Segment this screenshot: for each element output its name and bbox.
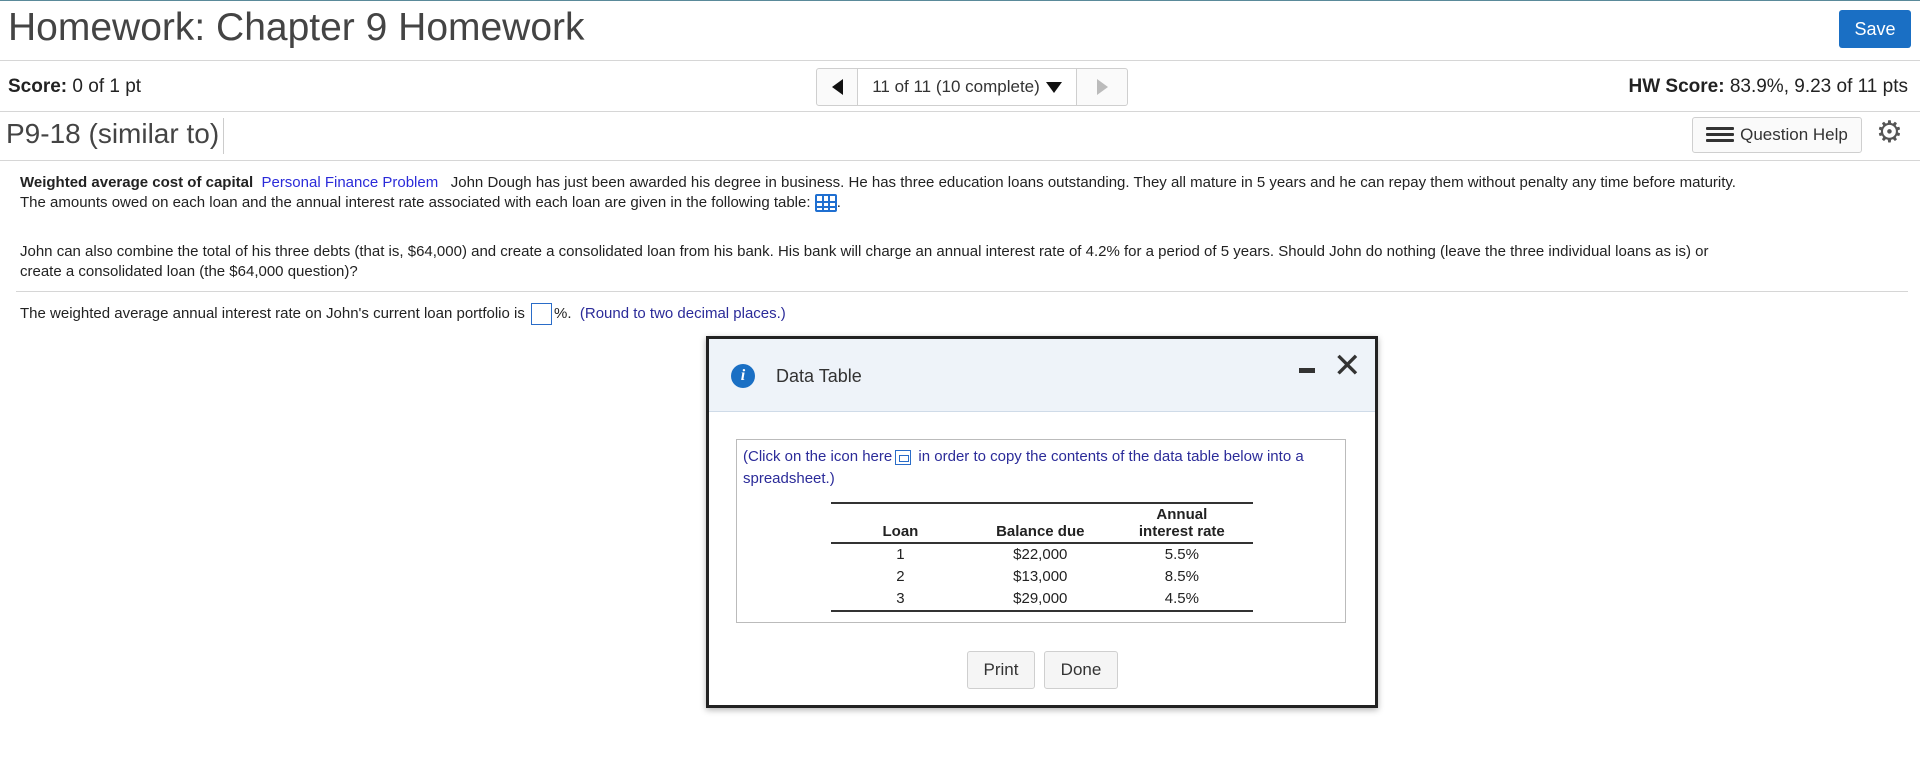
- dialog-header: i Data Table ✕: [709, 339, 1375, 412]
- problem-text-4: create a consolidated loan (the $64,000 …: [20, 263, 358, 280]
- question-text: The weighted average annual interest rat…: [20, 304, 525, 322]
- question-position: 11 of 11 (10 complete): [872, 77, 1040, 96]
- column-header-balance: Balance due: [996, 523, 1085, 540]
- data-table-container: (Click on the icon here in order to copy…: [736, 439, 1346, 623]
- gear-icon[interactable]: ⚙: [1876, 118, 1903, 148]
- minimize-icon[interactable]: [1299, 368, 1315, 373]
- problem-topic: Weighted average cost of capital: [20, 174, 254, 191]
- balance-cell: $29,000: [1013, 590, 1068, 607]
- question-help-label: Question Help: [1740, 125, 1848, 144]
- divider: [16, 291, 1908, 292]
- loan-cell: 3: [896, 590, 905, 607]
- column-header-rate-line2: interest rate: [1138, 523, 1225, 540]
- problem-category: Personal Finance Problem: [261, 174, 439, 191]
- balance-cell: $13,000: [1013, 568, 1068, 585]
- question-dropdown[interactable]: 11 of 11 (10 complete): [858, 69, 1077, 105]
- column-header-rate: Annual interest rate: [1111, 503, 1253, 543]
- rate-cell: 8.5%: [1164, 568, 1199, 585]
- print-button[interactable]: Print: [967, 651, 1035, 689]
- previous-question-button[interactable]: [817, 69, 858, 105]
- problem-text-1: John Dough has just been awarded his deg…: [450, 174, 1736, 191]
- question-navigator: 11 of 11 (10 complete): [816, 68, 1128, 106]
- page-title: Homework: Chapter 9 Homework: [8, 6, 585, 49]
- score-label: Score:: [8, 76, 68, 97]
- list-icon: [1706, 126, 1735, 144]
- column-header-rate-line1: Annual: [1156, 506, 1208, 523]
- divider: [0, 160, 1920, 161]
- table-row: 3 $29,000 4.5%: [831, 588, 1253, 611]
- divider: [0, 111, 1920, 112]
- rate-cell: 5.5%: [1164, 546, 1199, 563]
- rounding-hint: (Round to two decimal places.): [579, 304, 786, 322]
- question-id: P9-18 (similar to): [6, 118, 225, 154]
- loan-cell: 1: [896, 546, 905, 563]
- problem-text-3: John can also combine the total of his t…: [20, 243, 1709, 260]
- question-line: The weighted average annual interest rat…: [20, 303, 786, 325]
- next-question-button[interactable]: [1077, 69, 1127, 105]
- done-button[interactable]: Done: [1044, 651, 1118, 689]
- problem-paragraph-2: John can also combine the total of his t…: [20, 242, 1900, 282]
- rate-cell: 4.5%: [1164, 590, 1199, 607]
- loan-cell: 2: [896, 568, 905, 585]
- triangle-left-icon: [831, 79, 843, 95]
- copy-note-start: (Click on the icon here: [743, 448, 893, 465]
- dialog-title: Data Table: [776, 366, 862, 386]
- column-header-loan: Loan: [882, 523, 919, 540]
- problem-text-2: The amounts owed on each loan and the an…: [20, 194, 811, 211]
- data-table-dialog: i Data Table ✕ (Click on the icon here i…: [706, 336, 1378, 708]
- balance-cell: $22,000: [1013, 546, 1068, 563]
- close-icon[interactable]: ✕: [1333, 349, 1362, 383]
- save-button[interactable]: Save: [1839, 10, 1911, 48]
- loan-table: Loan Balance due Annual interest rate 1 $…: [831, 502, 1253, 612]
- copy-icon[interactable]: [895, 449, 912, 465]
- score: Score: 0 of 1 pt: [8, 76, 141, 98]
- copy-instructions: (Click on the icon here in order to copy…: [743, 446, 1333, 490]
- table-row: 1 $22,000 5.5%: [831, 543, 1253, 566]
- hw-score-value: 83.9%, 9.23 of 11 pts: [1729, 76, 1908, 97]
- hw-score: HW Score: 83.9%, 9.23 of 11 pts: [1628, 76, 1908, 98]
- top-border: [0, 0, 1920, 1]
- question-help-button[interactable]: Question Help: [1692, 117, 1862, 153]
- info-icon: i: [731, 364, 755, 388]
- problem-text-2-end: .: [836, 194, 841, 211]
- table-row: 2 $13,000 8.5%: [831, 566, 1253, 588]
- hw-score-label: HW Score:: [1628, 76, 1725, 97]
- score-value: 0 of 1 pt: [72, 76, 142, 97]
- question-suffix: %.: [554, 304, 572, 322]
- problem-paragraph-1: Weighted average cost of capital Persona…: [20, 173, 1900, 213]
- divider: [0, 60, 1920, 61]
- triangle-right-icon: [1096, 79, 1108, 95]
- triangle-down-icon: [1045, 81, 1062, 93]
- answer-input[interactable]: [531, 303, 553, 325]
- table-icon[interactable]: [814, 194, 837, 213]
- table-header-row: Loan Balance due Annual interest rate: [831, 503, 1253, 543]
